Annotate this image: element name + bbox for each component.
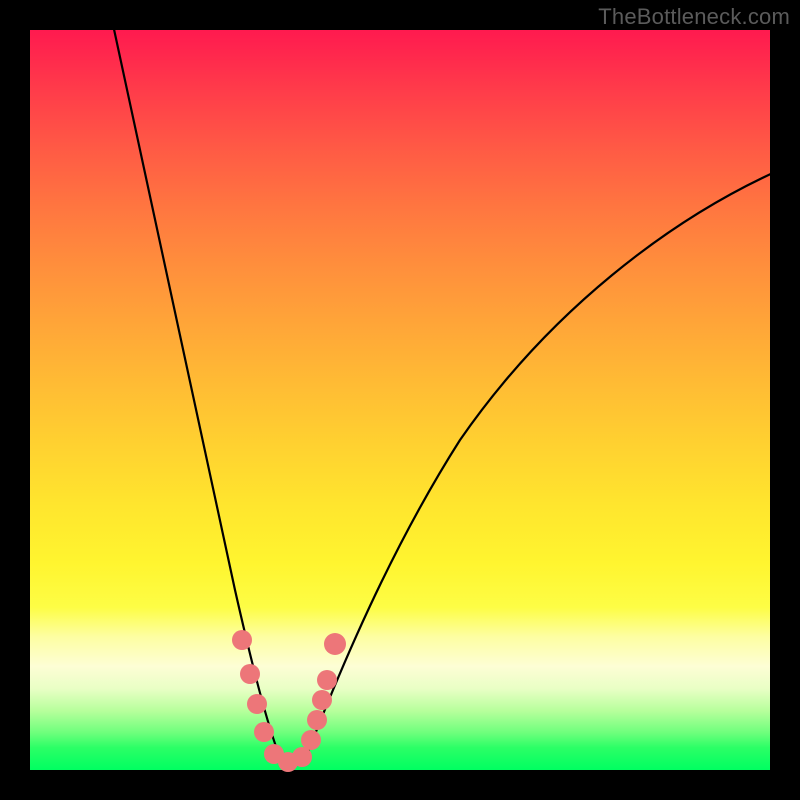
marker-dot <box>232 630 252 650</box>
marker-dot <box>324 633 346 655</box>
left-curve <box>112 20 278 752</box>
chart-svg <box>30 30 770 770</box>
marker-dot <box>254 722 274 742</box>
right-curve <box>308 172 775 752</box>
marker-dot <box>292 747 312 767</box>
marker-dot <box>301 730 321 750</box>
marker-dot <box>247 694 267 714</box>
marker-dot <box>240 664 260 684</box>
plot-area <box>30 30 770 770</box>
marker-dot <box>317 670 337 690</box>
marker-dot <box>312 690 332 710</box>
chart-frame: TheBottleneck.com <box>0 0 800 800</box>
watermark-text: TheBottleneck.com <box>598 4 790 30</box>
marker-dot <box>307 710 327 730</box>
